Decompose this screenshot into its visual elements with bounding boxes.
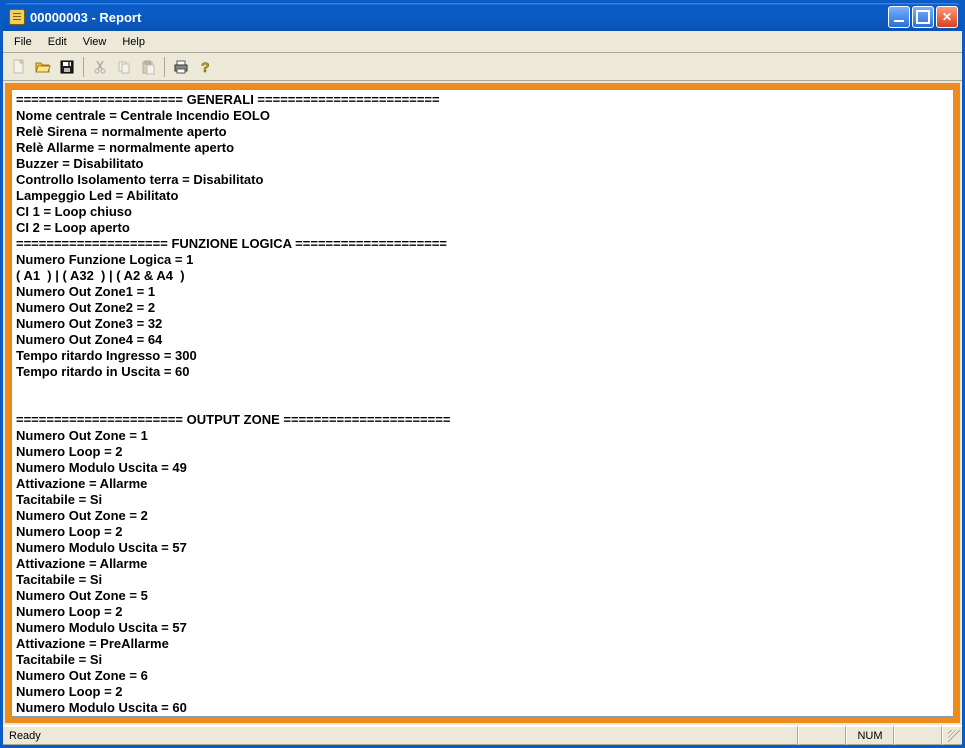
report-text-area[interactable]: ====================== GENERALI ========… (11, 89, 954, 717)
save-button[interactable] (56, 56, 78, 78)
menu-file[interactable]: File (7, 34, 39, 50)
status-pane-1 (798, 726, 846, 745)
status-ready: Ready (3, 726, 798, 745)
status-num: NUM (846, 726, 894, 745)
titlebar: 00000003 - Report (3, 3, 962, 31)
open-button[interactable] (32, 56, 54, 78)
client-area: ====================== GENERALI ========… (3, 81, 962, 725)
toolbar-separator (83, 57, 84, 77)
app-icon (9, 9, 25, 25)
paste-button[interactable] (137, 56, 159, 78)
statusbar: Ready NUM (3, 725, 962, 745)
help-button[interactable]: ? (194, 56, 216, 78)
menu-edit[interactable]: Edit (41, 34, 74, 50)
status-pane-3 (894, 726, 942, 745)
help-icon: ? (197, 59, 213, 75)
save-icon (59, 59, 75, 75)
resize-grip[interactable] (942, 726, 962, 745)
window-title: 00000003 - Report (30, 10, 141, 25)
cut-button[interactable] (89, 56, 111, 78)
print-icon (173, 59, 189, 75)
new-file-icon (11, 59, 27, 75)
copy-icon (116, 59, 132, 75)
menu-help[interactable]: Help (115, 34, 152, 50)
menubar: File Edit View Help (3, 31, 962, 53)
toolbar: ? (3, 53, 962, 81)
paste-icon (140, 59, 156, 75)
menu-view[interactable]: View (76, 34, 114, 50)
window-controls (888, 6, 958, 28)
svg-text:?: ? (201, 59, 210, 75)
maximize-button[interactable] (912, 6, 934, 28)
content-frame: ====================== GENERALI ========… (5, 83, 960, 723)
minimize-button[interactable] (888, 6, 910, 28)
close-button[interactable] (936, 6, 958, 28)
print-button[interactable] (170, 56, 192, 78)
cut-icon (92, 59, 108, 75)
new-button[interactable] (8, 56, 30, 78)
open-folder-icon (35, 59, 51, 75)
toolbar-separator (164, 57, 165, 77)
copy-button[interactable] (113, 56, 135, 78)
